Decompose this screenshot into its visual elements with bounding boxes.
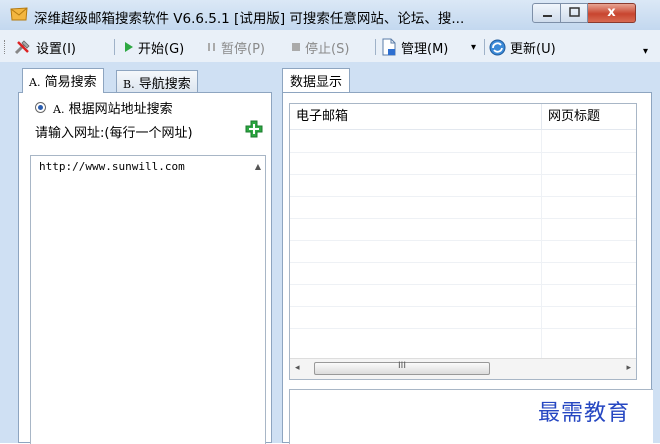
close-button[interactable]: x bbox=[588, 3, 636, 23]
stop-label: 停止(S) bbox=[305, 41, 350, 57]
stop-button[interactable]: 停止(S) bbox=[291, 38, 350, 57]
column-header-page-title[interactable]: 网页标题 bbox=[542, 104, 636, 130]
title-bar: 深维超级邮箱搜索软件 V6.6.5.1 [试用版] 可搜索任意网站、论坛、搜..… bbox=[0, 0, 660, 30]
row-divider bbox=[290, 240, 636, 241]
scroll-left-arrow-icon[interactable]: ◂ bbox=[295, 363, 300, 373]
tools-icon bbox=[14, 40, 30, 55]
maximize-icon bbox=[561, 4, 587, 27]
document-icon bbox=[382, 38, 396, 56]
search-by-url-radio[interactable] bbox=[35, 102, 46, 113]
globe-refresh-icon bbox=[489, 39, 506, 55]
toolbar-separator bbox=[114, 39, 115, 55]
tab-navigation-search[interactable]: B. 导航搜索 bbox=[116, 70, 198, 92]
url-textarea[interactable]: http://www.sunwill.com ▲ bbox=[30, 155, 266, 444]
row-divider bbox=[290, 262, 636, 263]
start-button[interactable]: 开始(G) bbox=[124, 38, 185, 57]
toolbar-overflow-button[interactable]: ▾ bbox=[643, 42, 648, 60]
url-input-prompt: 请输入网址:(每行一个网址) bbox=[35, 126, 193, 141]
window-title: 深维超级邮箱搜索软件 V6.6.5.1 [试用版] 可搜索任意网站、论坛、搜..… bbox=[34, 11, 465, 27]
row-divider bbox=[290, 174, 636, 175]
tab-simple-search[interactable]: A. 简易搜索 bbox=[22, 68, 104, 93]
column-header-email[interactable]: 电子邮箱 bbox=[290, 104, 542, 130]
tab-prefix: A. bbox=[29, 76, 41, 89]
pause-button[interactable]: 暂停(P) bbox=[207, 38, 265, 57]
scroll-grip-icon: III bbox=[398, 361, 406, 371]
toolbar-separator bbox=[484, 39, 485, 55]
search-by-url-label: A. 根据网站地址搜索 bbox=[53, 98, 173, 117]
data-panel: 数据显示 电子邮箱 网页标题 ◂ III ▸ bbox=[282, 68, 653, 444]
row-divider bbox=[290, 152, 636, 153]
app-window: 深维超级邮箱搜索软件 V6.6.5.1 [试用版] 可搜索任意网站、论坛、搜..… bbox=[0, 0, 660, 444]
manage-dropdown-arrow[interactable]: ▾ bbox=[471, 38, 476, 56]
minimize-icon bbox=[533, 4, 560, 27]
results-grid[interactable]: 电子邮箱 网页标题 ◂ III ▸ bbox=[289, 103, 637, 380]
minimize-button[interactable] bbox=[532, 3, 561, 23]
stop-icon bbox=[292, 43, 300, 51]
toolbar: 设置(I) 开始(G) 暂停(P) 停止(S) 管理(M) ▾ 更新(U) ▾ bbox=[0, 30, 660, 62]
maximize-button[interactable] bbox=[561, 3, 588, 23]
url-line: http://www.sunwill.com bbox=[39, 160, 185, 173]
data-display-pane: 电子邮箱 网页标题 ◂ III ▸ bbox=[282, 92, 653, 444]
pause-icon bbox=[208, 43, 215, 51]
update-label: 更新(U) bbox=[510, 41, 556, 57]
row-divider bbox=[290, 306, 636, 307]
manage-button[interactable]: 管理(M) bbox=[381, 38, 449, 57]
update-button[interactable]: 更新(U) bbox=[489, 38, 556, 57]
radio-text: 根据网站地址搜索 bbox=[68, 102, 173, 117]
pause-label: 暂停(P) bbox=[221, 41, 265, 57]
row-divider bbox=[290, 284, 636, 285]
row-divider bbox=[290, 218, 636, 219]
tab-label: 简易搜索 bbox=[44, 75, 97, 90]
settings-button[interactable]: 设置(I) bbox=[14, 38, 76, 57]
horizontal-scrollbar[interactable]: ◂ III ▸ bbox=[290, 358, 636, 379]
column-divider bbox=[541, 130, 542, 358]
play-icon bbox=[125, 42, 133, 52]
add-icon[interactable] bbox=[245, 120, 263, 138]
scroll-right-arrow-icon[interactable]: ▸ bbox=[626, 363, 631, 373]
watermark-text: 最需教育 bbox=[538, 401, 631, 426]
scroll-up-arrow-icon[interactable]: ▲ bbox=[255, 162, 261, 171]
radio-prefix: A. bbox=[53, 103, 65, 116]
tab-data-display[interactable]: 数据显示 bbox=[282, 68, 351, 92]
row-divider bbox=[290, 328, 636, 329]
settings-label: 设置(I) bbox=[36, 41, 76, 57]
manage-label: 管理(M) bbox=[401, 41, 449, 57]
toolbar-grip[interactable] bbox=[4, 40, 7, 54]
start-label: 开始(G) bbox=[138, 41, 185, 57]
row-divider bbox=[290, 196, 636, 197]
scroll-thumb[interactable]: III bbox=[314, 361, 490, 375]
close-icon: x bbox=[607, 5, 616, 20]
tab-label: 导航搜索 bbox=[138, 77, 191, 92]
toolbar-separator bbox=[375, 39, 376, 55]
envelope-app-icon bbox=[10, 7, 28, 21]
search-tabs: A. 简易搜索 B. 导航搜索 bbox=[18, 68, 272, 93]
tab-prefix: B. bbox=[123, 78, 135, 91]
search-panel: A. 简易搜索 B. 导航搜索 A. 根据网站地址搜索 请输入网址:(每行一个网… bbox=[18, 68, 272, 444]
simple-search-pane: A. 根据网站地址搜索 请输入网址:(每行一个网址) http://www.su… bbox=[18, 92, 272, 444]
